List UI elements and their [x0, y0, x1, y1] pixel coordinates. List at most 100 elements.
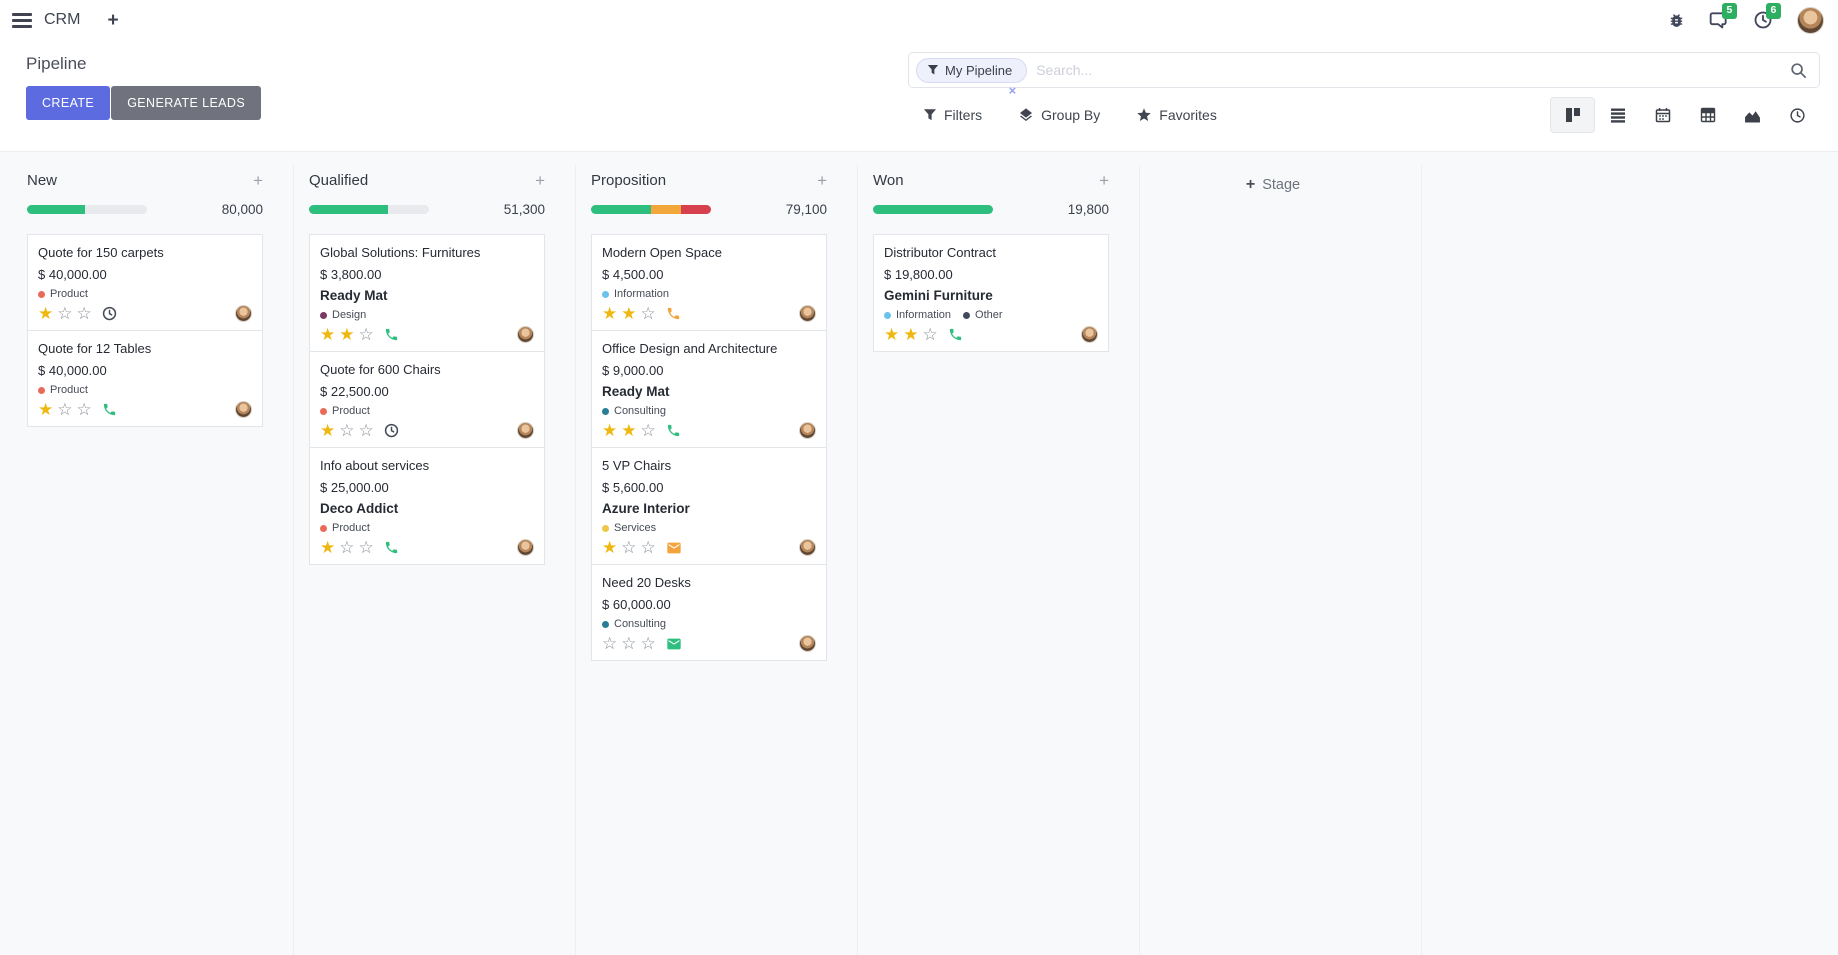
activity-phone-icon[interactable] [102, 402, 117, 417]
card-avatar[interactable] [799, 539, 816, 556]
star-rating-icon[interactable]: ☆ [641, 305, 656, 322]
star-rating-icon[interactable]: ☆ [359, 422, 374, 439]
search-icon[interactable] [1790, 62, 1807, 79]
star-rating-icon[interactable]: ☆ [77, 305, 92, 322]
star-rating-icon[interactable]: ☆ [641, 635, 656, 652]
star-rating-icon[interactable]: ☆ [57, 305, 72, 322]
add-record-icon[interactable]: + [535, 172, 545, 189]
star-rating-icon[interactable]: ★ [38, 305, 53, 322]
star-rating-icon[interactable]: ★ [602, 539, 617, 556]
add-record-icon[interactable]: + [253, 172, 263, 189]
kanban-card[interactable]: Need 20 Desks$ 60,000.00Consulting☆☆☆ [591, 564, 827, 661]
card-avatar[interactable] [517, 326, 534, 343]
crm-app-window: CRM + 5 6 Pipeline CREATE GENERATE LEADS [0, 0, 1838, 955]
search-facet-my-pipeline[interactable]: My Pipeline × [916, 58, 1027, 83]
star-rating-icon[interactable]: ☆ [77, 401, 92, 418]
kanban-card[interactable]: Modern Open Space$ 4,500.00Information★★… [591, 234, 827, 331]
column-progressbar[interactable] [27, 205, 147, 214]
kanban-card[interactable]: Distributor Contract$ 19,800.00Gemini Fu… [873, 234, 1109, 352]
search-input[interactable] [1036, 62, 1790, 78]
activity-clock-icon[interactable] [384, 423, 399, 438]
kanban-card[interactable]: Quote for 12 Tables$ 40,000.00Product★☆☆ [27, 330, 263, 427]
card-avatar[interactable] [235, 305, 252, 322]
card-avatar[interactable] [235, 401, 252, 418]
card-avatar[interactable] [517, 539, 534, 556]
star-rating-icon[interactable]: ★ [320, 422, 335, 439]
star-rating-icon[interactable]: ★ [621, 422, 636, 439]
view-activity-button[interactable] [1775, 97, 1820, 133]
star-rating-icon[interactable]: ★ [903, 326, 918, 343]
create-button[interactable]: CREATE [26, 86, 110, 120]
card-avatar[interactable] [1081, 326, 1098, 343]
star-rating-icon[interactable]: ☆ [923, 326, 938, 343]
progress-segment[interactable] [873, 205, 993, 214]
star-rating-icon[interactable]: ★ [339, 326, 354, 343]
column-progressbar[interactable] [873, 205, 993, 214]
progress-segment[interactable] [681, 205, 711, 214]
messages-icon[interactable]: 5 [1709, 10, 1729, 30]
view-calendar-button[interactable] [1640, 97, 1685, 133]
card-avatar[interactable] [517, 422, 534, 439]
activity-phone-icon[interactable] [948, 327, 963, 342]
filters-button[interactable]: Filters [923, 107, 982, 123]
star-rating-icon[interactable]: ☆ [641, 539, 656, 556]
star-rating-icon[interactable]: ☆ [621, 539, 636, 556]
add-record-icon[interactable]: + [817, 172, 827, 189]
activity-phone-icon[interactable] [384, 540, 399, 555]
column-progressbar[interactable] [309, 205, 429, 214]
star-rating-icon[interactable]: ★ [602, 422, 617, 439]
group-by-button[interactable]: Group By [1018, 107, 1100, 123]
add-record-icon[interactable]: + [1099, 172, 1109, 189]
kanban-card[interactable]: Global Solutions: Furnitures$ 3,800.00Re… [309, 234, 545, 352]
star-rating-icon[interactable]: ☆ [641, 422, 656, 439]
star-rating-icon[interactable]: ★ [320, 326, 335, 343]
activity-phone-icon[interactable] [384, 327, 399, 342]
star-rating-icon[interactable]: ☆ [621, 635, 636, 652]
view-graph-button[interactable] [1730, 97, 1775, 133]
star-rating-icon[interactable]: ★ [884, 326, 899, 343]
star-rating-icon[interactable]: ☆ [359, 539, 374, 556]
kanban-card[interactable]: 5 VP Chairs$ 5,600.00Azure InteriorServi… [591, 447, 827, 565]
activity-envelope-icon[interactable] [666, 540, 682, 556]
star-rating-icon[interactable]: ☆ [339, 539, 354, 556]
tag-dot-icon [320, 525, 327, 532]
star-rating-icon[interactable]: ★ [320, 539, 335, 556]
kanban-card[interactable]: Quote for 150 carpets$ 40,000.00Product★… [27, 234, 263, 331]
hamburger-menu-icon[interactable] [12, 11, 32, 30]
star-rating-icon[interactable]: ★ [621, 305, 636, 322]
progress-segment[interactable] [651, 205, 681, 214]
add-stage-button[interactable]: +Stage [1155, 177, 1391, 193]
card-avatar[interactable] [799, 635, 816, 652]
star-rating-icon[interactable]: ☆ [359, 326, 374, 343]
star-rating-icon[interactable]: ☆ [339, 422, 354, 439]
kanban-card[interactable]: Info about services$ 25,000.00Deco Addic… [309, 447, 545, 565]
view-list-button[interactable] [1595, 97, 1640, 133]
progress-segment[interactable] [309, 205, 388, 214]
bug-icon[interactable] [1668, 12, 1685, 29]
view-pivot-button[interactable] [1685, 97, 1730, 133]
activity-clock-icon[interactable] [102, 306, 117, 321]
facet-remove-icon[interactable]: × [1009, 84, 1017, 97]
star-rating-icon[interactable]: ☆ [602, 635, 617, 652]
activity-phone-icon[interactable] [666, 423, 681, 438]
activities-clock-icon[interactable]: 6 [1753, 10, 1773, 30]
star-rating-icon[interactable]: ★ [38, 401, 53, 418]
kanban-card[interactable]: Office Design and Architecture$ 9,000.00… [591, 330, 827, 448]
star-rating-icon[interactable]: ☆ [57, 401, 72, 418]
star-rating-icon[interactable]: ★ [602, 305, 617, 322]
activity-phone-icon[interactable] [666, 306, 681, 321]
app-name[interactable]: CRM [44, 11, 80, 29]
search-bar[interactable]: My Pipeline × [908, 52, 1820, 88]
view-kanban-button[interactable] [1550, 97, 1595, 133]
card-avatar[interactable] [799, 305, 816, 322]
kanban-card[interactable]: Quote for 600 Chairs$ 22,500.00Product★☆… [309, 351, 545, 448]
column-progressbar[interactable] [591, 205, 711, 214]
progress-segment[interactable] [591, 205, 651, 214]
activity-envelope-icon[interactable] [666, 636, 682, 652]
favorites-button[interactable]: Favorites [1136, 107, 1217, 123]
user-avatar[interactable] [1797, 7, 1824, 34]
generate-leads-button[interactable]: GENERATE LEADS [111, 86, 261, 120]
plus-icon[interactable]: + [107, 11, 118, 30]
progress-segment[interactable] [27, 205, 85, 214]
card-avatar[interactable] [799, 422, 816, 439]
